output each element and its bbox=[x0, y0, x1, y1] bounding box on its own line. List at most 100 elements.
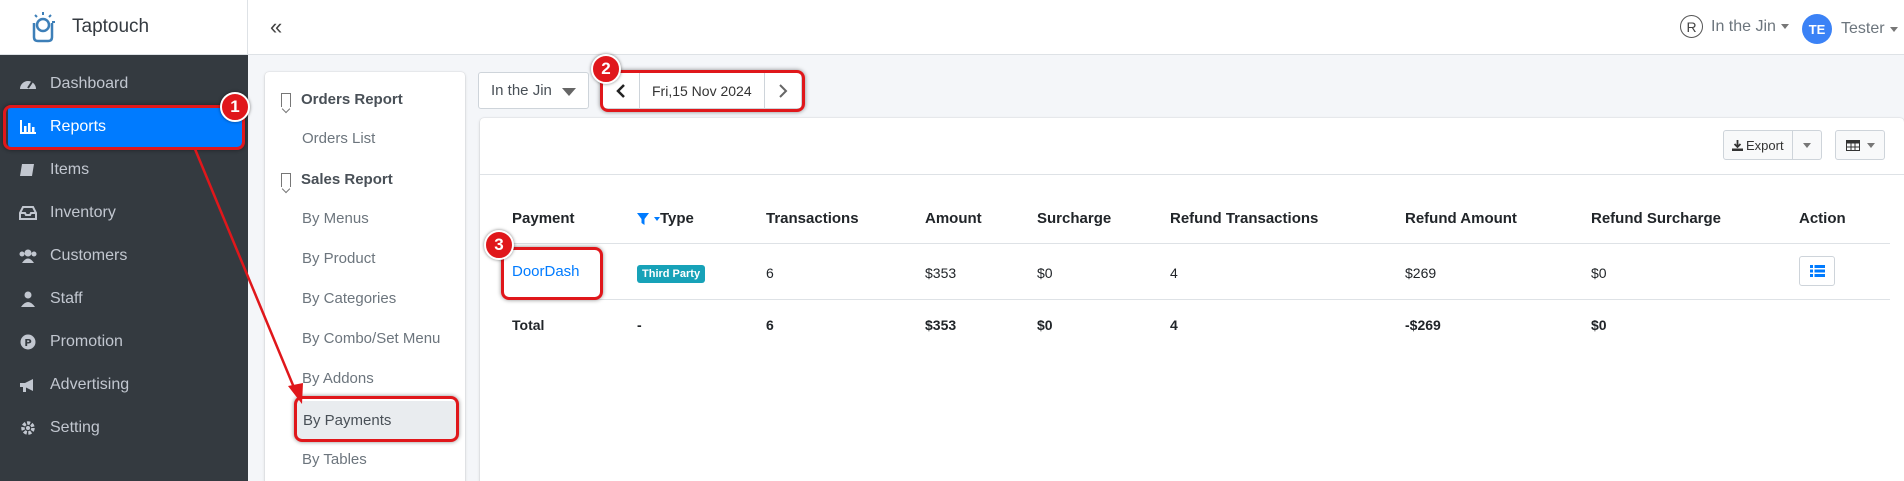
sidebar-item-inventory[interactable]: Inventory bbox=[0, 192, 248, 234]
orders-report-heading: Orders Report bbox=[281, 91, 403, 108]
table-columns-icon bbox=[1845, 139, 1860, 151]
sidebar-item-label: Dashboard bbox=[50, 75, 129, 92]
book-icon bbox=[18, 161, 38, 179]
sidebar-item-label: Customers bbox=[50, 247, 128, 264]
columns-toggle-button[interactable] bbox=[1835, 130, 1885, 160]
type-cell: Third Party bbox=[637, 264, 706, 283]
total-amount-cell: $353 bbox=[925, 317, 957, 333]
sidebar-item-items[interactable]: Items bbox=[0, 149, 248, 191]
highlight-reports bbox=[3, 105, 245, 150]
column-header-payment: Payment bbox=[512, 210, 575, 227]
user-name: Tester bbox=[1841, 20, 1885, 37]
registered-icon: R bbox=[1680, 15, 1703, 38]
total-label: Total bbox=[512, 317, 545, 333]
heading-text: Sales Report bbox=[301, 171, 393, 188]
export-dropdown-toggle[interactable] bbox=[1793, 131, 1821, 159]
chevron-down-icon bbox=[1802, 142, 1811, 148]
payments-report-card: Export Payment Type Transactions Amount … bbox=[480, 118, 1904, 481]
sales-report-heading: Sales Report bbox=[281, 171, 393, 188]
sidebar-item-label: Setting bbox=[50, 419, 100, 436]
sidebar-item-promotion[interactable]: P Promotion bbox=[0, 321, 248, 363]
total-refund-surcharge-cell: $0 bbox=[1591, 317, 1607, 333]
submenu-by-tables[interactable]: By Tables bbox=[302, 451, 367, 468]
brand[interactable]: Taptouch bbox=[0, 0, 248, 55]
column-header-refund-surcharge: Refund Surcharge bbox=[1591, 210, 1722, 227]
refund-transactions-cell: 4 bbox=[1170, 265, 1178, 281]
submenu-by-combo-set-menu[interactable]: By Combo/Set Menu bbox=[302, 330, 440, 347]
store-name: In the Jin bbox=[1711, 17, 1776, 35]
bookmark-icon bbox=[281, 92, 291, 107]
submenu-by-categories[interactable]: By Categories bbox=[302, 290, 396, 307]
bookmark-icon bbox=[281, 172, 291, 187]
caret-down-icon bbox=[562, 88, 576, 96]
topbar: « R In the Jin TE Tester bbox=[248, 0, 1904, 55]
sidebar-item-label: Promotion bbox=[50, 333, 123, 350]
highlight-doordash bbox=[501, 247, 603, 300]
column-header-action: Action bbox=[1799, 210, 1846, 227]
header-text: Type bbox=[660, 210, 694, 227]
column-header-type[interactable]: Type bbox=[637, 210, 694, 227]
amount-cell: $353 bbox=[925, 265, 957, 281]
inbox-icon bbox=[18, 204, 38, 222]
taptouch-logo-icon bbox=[24, 10, 58, 44]
heading-text: Orders Report bbox=[301, 91, 403, 108]
avatar: TE bbox=[1802, 14, 1832, 44]
store-select[interactable]: In the Jin bbox=[478, 72, 589, 109]
sidebar-item-label: Items bbox=[50, 161, 90, 178]
sidebar-item-dashboard[interactable]: Dashboard bbox=[0, 63, 248, 105]
export-control: Export bbox=[1723, 130, 1822, 160]
divider bbox=[480, 174, 1904, 175]
user-tie-icon bbox=[18, 290, 38, 308]
row-divider bbox=[510, 299, 1890, 300]
list-icon bbox=[1809, 265, 1825, 277]
highlight-by-payments bbox=[294, 396, 459, 442]
store-switcher[interactable]: R In the Jin bbox=[1680, 15, 1789, 38]
export-label: Export bbox=[1746, 137, 1784, 153]
column-header-refund-transactions: Refund Transactions bbox=[1170, 210, 1319, 227]
chevron-down-icon bbox=[1889, 26, 1898, 32]
row-divider bbox=[510, 243, 1890, 244]
transactions-cell: 6 bbox=[766, 265, 774, 281]
chevron-down-icon bbox=[1780, 24, 1789, 29]
highlight-date bbox=[600, 70, 805, 112]
total-refund-transactions-cell: 4 bbox=[1170, 317, 1178, 333]
total-refund-amount-cell: -$269 bbox=[1405, 317, 1441, 333]
submenu-by-menus[interactable]: By Menus bbox=[302, 210, 369, 227]
sidebar-item-customers[interactable]: Customers bbox=[0, 235, 248, 277]
column-header-amount: Amount bbox=[925, 210, 982, 227]
column-header-refund-amount: Refund Amount bbox=[1405, 210, 1517, 227]
step-badge-2: 2 bbox=[591, 54, 621, 84]
submenu-orders-list[interactable]: Orders List bbox=[302, 130, 375, 147]
sidebar-item-label: Staff bbox=[50, 290, 83, 307]
sidebar-item-staff[interactable]: Staff bbox=[0, 278, 248, 320]
chevron-down-icon bbox=[1866, 142, 1875, 148]
surcharge-cell: $0 bbox=[1037, 265, 1053, 281]
export-button[interactable]: Export bbox=[1724, 131, 1793, 159]
brand-name: Taptouch bbox=[72, 16, 150, 37]
refund-amount-cell: $269 bbox=[1405, 265, 1437, 281]
view-details-button[interactable] bbox=[1799, 256, 1835, 286]
submenu-by-product[interactable]: By Product bbox=[302, 250, 375, 267]
store-select-value: In the Jin bbox=[491, 82, 552, 99]
column-header-transactions: Transactions bbox=[766, 210, 859, 227]
filter-icon[interactable] bbox=[637, 212, 649, 225]
sidebar-item-advertising[interactable]: Advertising bbox=[0, 364, 248, 406]
download-icon bbox=[1732, 139, 1743, 151]
users-icon bbox=[18, 247, 38, 265]
refund-surcharge-cell: $0 bbox=[1591, 265, 1607, 281]
step-badge-3: 3 bbox=[484, 230, 514, 260]
sidebar-item-label: Advertising bbox=[50, 376, 130, 393]
user-menu[interactable]: TE Tester bbox=[1802, 14, 1898, 44]
total-type-cell: - bbox=[637, 317, 642, 333]
sidebar-item-setting[interactable]: Setting bbox=[0, 407, 248, 449]
submenu-by-addons[interactable]: By Addons bbox=[302, 370, 374, 387]
collapse-sidebar-icon[interactable]: « bbox=[270, 14, 282, 40]
bullhorn-icon bbox=[18, 376, 38, 394]
step-badge-1: 1 bbox=[220, 92, 250, 122]
svg-text:P: P bbox=[24, 338, 31, 349]
column-header-surcharge: Surcharge bbox=[1037, 210, 1112, 227]
total-transactions-cell: 6 bbox=[766, 317, 774, 333]
total-surcharge-cell: $0 bbox=[1037, 317, 1053, 333]
sidebar-item-label: Inventory bbox=[50, 204, 116, 221]
gear-icon bbox=[18, 419, 38, 437]
